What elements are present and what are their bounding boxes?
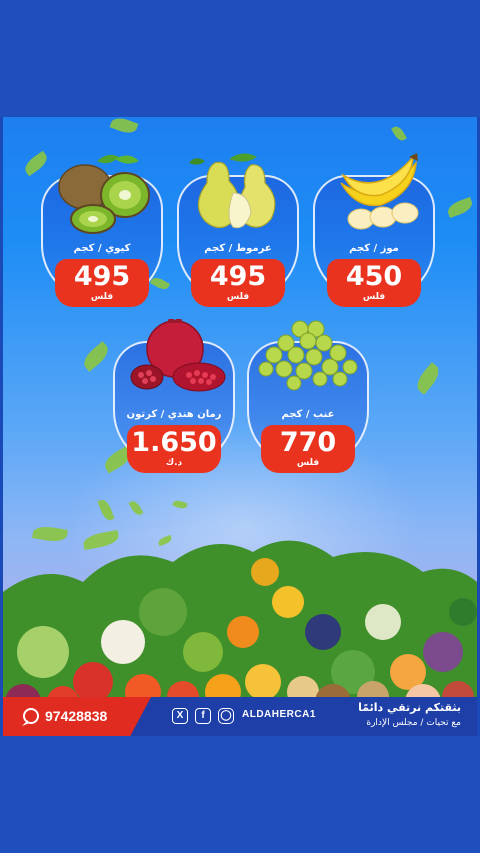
price-value: 450 [345, 261, 403, 292]
price-currency: فلس [90, 292, 114, 302]
vegetables-illustration [3, 540, 477, 712]
phone-number[interactable]: 97428838 [45, 708, 107, 724]
leaf-decoration [109, 117, 139, 137]
product-unit-label: عرموط / كجم [204, 243, 272, 254]
price-badge: 495 فلس [55, 259, 149, 307]
price-currency: فلس [296, 458, 320, 468]
x-icon[interactable]: X [172, 708, 188, 724]
leaf-decoration [391, 124, 407, 143]
banana-icon [340, 153, 419, 230]
pomegranate-icon [130, 319, 226, 392]
price-value: 770 [279, 427, 337, 458]
social-handle[interactable]: ALDAHERCA1 [242, 709, 316, 720]
leaf-decoration [21, 150, 51, 177]
price-currency: د.ك [165, 458, 183, 468]
price-currency: فلس [362, 292, 386, 302]
leaf-decoration [445, 196, 475, 219]
footer-contact-panel: 97428838 [3, 697, 151, 736]
offers-poster: موز / كجم 450 فلس عرموط / كجم 495 فلس كي… [3, 117, 477, 736]
whatsapp-icon[interactable] [23, 708, 39, 724]
price-badge: 450 فلس [327, 259, 421, 307]
instagram-icon[interactable]: ◯ [218, 708, 234, 724]
leaf-decoration [149, 275, 171, 292]
leaf-decoration [412, 362, 444, 395]
price-badge: 1.650 د.ك [127, 425, 221, 473]
price-value: 1.650 [131, 427, 217, 458]
price-badge: 770 فلس [261, 425, 355, 473]
pear-icon [189, 153, 276, 229]
product-unit-label: عنب / كجم [281, 409, 335, 420]
leaf-decoration [79, 341, 113, 372]
top-frame-band [0, 0, 480, 117]
price-value: 495 [73, 261, 131, 292]
product-unit-label: رمان هندي / كرتون [126, 409, 222, 420]
grapes-icon [258, 320, 358, 391]
kiwi-icon [58, 154, 150, 234]
bottom-frame-band [0, 736, 480, 853]
product-unit-label: كيوي / كجم [73, 243, 131, 254]
price-currency: فلس [226, 292, 250, 302]
signoff: مع تحيات / مجلس الإدارة [366, 718, 461, 728]
footer-bar: 97428838 X f ◯ ALDAHERCA1 بثقتكم نرتقي د… [3, 697, 477, 736]
facebook-icon[interactable]: f [195, 708, 211, 724]
product-unit-label: موز / كجم [349, 243, 399, 254]
price-value: 495 [209, 261, 267, 292]
price-badge: 495 فلس [191, 259, 285, 307]
slogan: بثقتكم نرتقي دائمًا [358, 701, 461, 714]
